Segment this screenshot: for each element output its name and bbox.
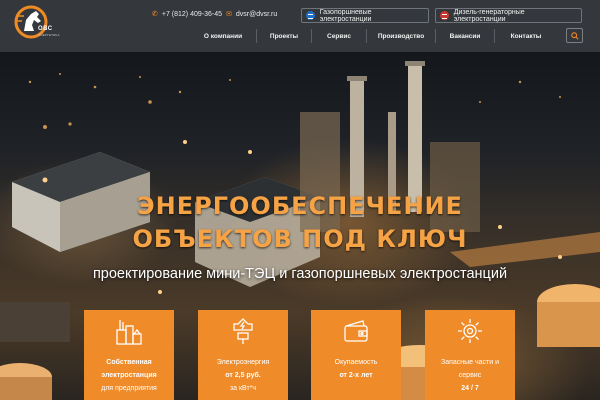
search-button[interactable] [566,28,583,43]
nav-projects[interactable]: Проекты [257,33,311,40]
search-icon [570,31,579,40]
diesel-plants-button[interactable]: Дизель-генераторные электростанции [435,8,582,23]
email-link[interactable]: ✉ dvsr@dvsr.ru [226,10,278,19]
card-4-line-3: 24 / 7 [461,385,479,392]
email-address: dvsr@dvsr.ru [235,10,278,18]
card-2-line-1: Электроэнергия [216,359,270,366]
card-1-line-3: для предприятия [101,385,157,392]
card-3-line-2: от 2-х лет [339,372,373,379]
phone-number: +7 (812) 409-36-45 [161,10,223,18]
nav-vacancies[interactable]: Вакансии [436,33,494,40]
wallet-icon [341,316,371,346]
main-nav: О компании Проекты Сервис Производство В… [190,28,557,44]
feature-card-payback[interactable]: Окупаемость от 2-х лет [311,310,401,400]
phone-icon: ✆ [152,11,158,18]
nav-about[interactable]: О компании [190,33,256,40]
headline-line-1: ЭНЕРГООБЕСПЕЧЕНИЕ [137,192,463,220]
logo-text: ОВС [38,26,53,32]
feature-card-own-plant[interactable]: Собственная электростанция для предприят… [84,310,174,400]
horse-logo-icon [14,5,48,39]
feature-card-electricity-price[interactable]: Электроэнергия от 2,5 руб. за кВт*ч [198,310,288,400]
card-1-line-1: Собственная [106,359,152,366]
site-header: ОВС ЭНЕРГЕТИКА ✆ +7 (812) 409-36-45 ✉ dv… [0,0,600,52]
card-4-line-2: сервис [458,372,482,379]
logo-subtext: ЭНЕРГЕТИКА [38,33,60,37]
card-2-line-3: за кВт*ч [229,385,257,392]
feature-card-spare-parts[interactable]: Запасные части и сервис 24 / 7 [425,310,515,400]
hero-banner: ЭНЕРГООБЕСПЕЧЕНИЕ ОБЪЕКТОВ ПОД КЛЮЧ прое… [0,52,600,400]
gas-piston-icon [306,11,315,20]
power-plant-icon [114,316,144,346]
phone-link[interactable]: ✆ +7 (812) 409-36-45 [152,10,223,19]
card-2-line-2: от 2,5 руб. [225,372,261,379]
feature-cards: Собственная электростанция для предприят… [0,310,600,400]
gas-piston-plants-button[interactable]: Газопоршневые электростанции [301,8,429,23]
nav-contacts[interactable]: Контакты [495,33,557,40]
nav-service[interactable]: Сервис [312,33,366,40]
hero-subtitle: проектирование мини-ТЭЦ и газопоршневых … [92,266,508,282]
card-1-line-2: электростанция [101,372,157,379]
diesel-generator-icon [440,11,449,20]
energy-plug-icon [228,316,258,346]
nav-production[interactable]: Производство [367,33,435,40]
hero-headline: ЭНЕРГООБЕСПЕЧЕНИЕ ОБЪЕКТОВ ПОД КЛЮЧ [0,190,600,256]
diesel-label: Дизель-генераторные электростанции [453,8,525,23]
card-3-line-1: Окупаемость [334,359,378,366]
headline-line-2: ОБЪЕКТОВ ПОД КЛЮЧ [132,225,468,253]
logo[interactable] [14,5,54,43]
gear-icon [455,316,485,346]
gas-piston-label: Газопоршневые электростанции [319,8,372,23]
card-4-line-1: Запасные части и [440,359,500,366]
mail-icon: ✉ [226,11,232,18]
